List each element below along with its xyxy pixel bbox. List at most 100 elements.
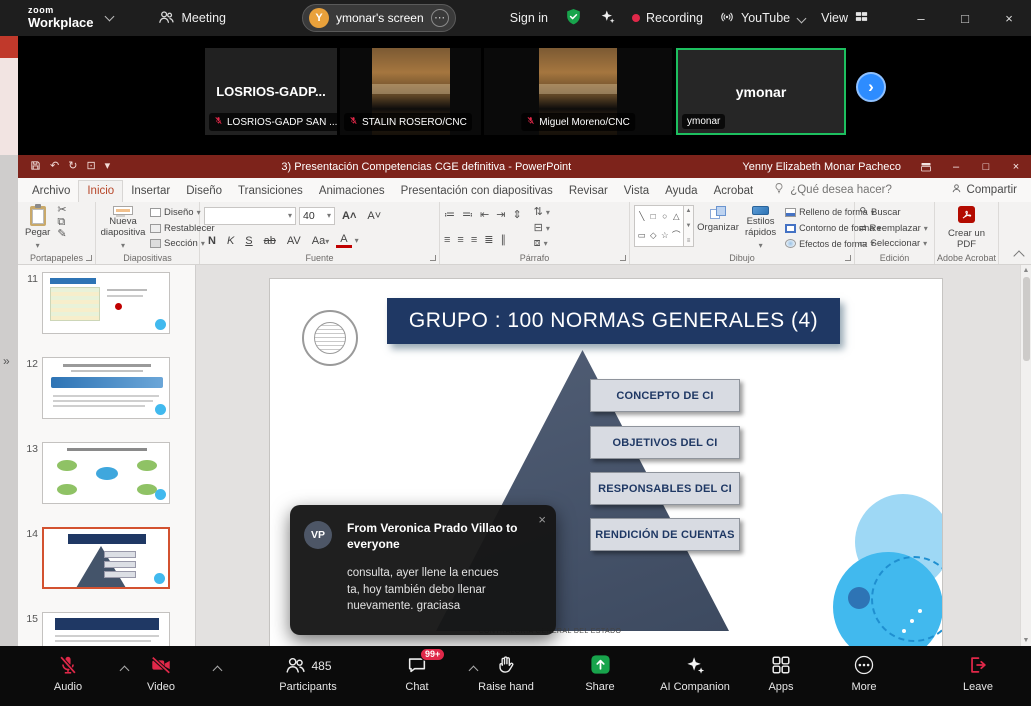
tab-acrobat[interactable]: Acrobat [706,181,762,202]
bullets-icon[interactable]: ≔ [444,210,455,221]
video-control[interactable]: Video [119,654,203,693]
more-control[interactable]: More [822,654,906,693]
expand-panel-icon[interactable]: » [3,354,10,368]
quick-styles-button[interactable]: Estilos rápidos ▾ [742,205,779,251]
dialog-launcher-icon[interactable] [430,255,436,261]
shapes-gallery-scroll[interactable]: ▲ ▼ ≡ [684,205,694,247]
ppt-close-button[interactable]: × [1001,155,1031,178]
video-options-caret[interactable] [213,666,223,676]
dialog-launcher-icon[interactable] [86,255,92,261]
text-direction-button[interactable]: ⇅▾ [534,205,550,220]
meeting-tab[interactable]: Meeting [157,8,226,29]
slide-thumbnail-row-selected[interactable]: 14 [22,527,195,589]
arrange-button[interactable]: Organizar [698,205,738,251]
slide-thumbnail-row[interactable]: 15 [22,612,195,646]
pyramid-label-box[interactable]: OBJETIVOS DEL CI [590,426,740,459]
scrollbar-thumb[interactable] [1023,277,1030,361]
character-spacing-button[interactable]: AV [283,235,305,247]
more-options-icon[interactable]: ⋯ [431,9,449,27]
slide-thumbnail[interactable] [42,357,170,419]
security-shield-icon[interactable] [564,7,583,29]
scroll-up-icon[interactable]: ▲ [1023,267,1030,274]
chevron-down-icon[interactable] [104,12,114,22]
decrease-font-icon[interactable]: A˅ [363,210,385,222]
scroll-down-icon[interactable]: ▼ [1023,637,1030,644]
justify-icon[interactable]: ≣ [484,235,493,246]
tab-ayuda[interactable]: Ayuda [657,181,705,202]
tab-animaciones[interactable]: Animaciones [311,181,393,202]
cut-icon[interactable]: ✂ [57,205,66,216]
participant-tile[interactable]: STALIN ROSERO/CNC [340,48,481,135]
participant-tile[interactable]: Miguel Moreno/CNC [484,48,672,135]
increase-font-icon[interactable]: A˄ [338,210,360,222]
numbering-icon[interactable]: ≕ [462,210,473,221]
active-speaker-tile[interactable]: ymonar ymonar [676,48,846,135]
replace-button[interactable]: ⇄ Reemplazar▾ [859,221,928,236]
raise-hand-control[interactable]: Raise hand [464,654,548,693]
close-button[interactable]: × [987,0,1031,36]
increase-indent-icon[interactable]: ⇥ [496,210,505,221]
minimize-button[interactable]: – [899,0,943,36]
italic-button[interactable]: K [223,235,238,247]
line-spacing-icon[interactable]: ⇕ [512,210,521,221]
align-right-icon[interactable]: ≡ [471,235,477,246]
font-color-button[interactable]: A [336,233,351,248]
tab-revisar[interactable]: Revisar [561,181,616,202]
chat-control[interactable]: 99+ Chat [375,654,459,693]
columns-icon[interactable]: ∥ [500,235,506,246]
zoom-workplace-logo[interactable]: zoom Workplace [28,6,94,29]
new-slide-button[interactable]: Nueva diapositiva ▾ [100,205,146,251]
recording-indicator[interactable]: Recording [632,11,703,25]
participant-tile[interactable]: LOSRIOS-GADP... LOSRIOS-GADP SAN ... [205,48,337,135]
bold-button[interactable]: N [204,235,220,247]
ppt-minimize-button[interactable]: – [941,155,971,178]
undo-icon[interactable]: ↶ [50,161,59,172]
leave-control[interactable]: Leave [936,654,1020,693]
slide-thumbnail-row[interactable]: 12 [22,357,195,419]
next-participants-button[interactable]: › [856,72,886,102]
shared-screen-pill[interactable]: Y ymonar's screen ⋯ [302,4,456,32]
dropdown-icon[interactable]: ▾ [355,236,359,245]
pyramid-label-box[interactable]: RENDICIÓN DE CUENTAS [590,518,740,551]
youtube-live-button[interactable]: YouTube [719,9,805,28]
account-name[interactable]: Yenny Elizabeth Monar Pacheco [742,161,901,173]
ribbon-display-options-icon[interactable] [911,155,941,178]
collapse-ribbon-icon[interactable] [1013,250,1024,261]
dialog-launcher-icon[interactable] [620,255,626,261]
save-icon[interactable] [30,160,41,174]
select-button[interactable]: ▭ Seleccionar▾ [859,236,928,251]
chat-notification-popup[interactable]: VP From Veronica Prado Villao to everyon… [290,505,556,635]
ai-companion-control[interactable]: AI Companion [653,654,737,693]
decrease-indent-icon[interactable]: ⇤ [480,210,489,221]
ai-sparkle-icon[interactable] [599,8,616,28]
convert-smartart-button[interactable]: ⧈▾ [534,236,550,251]
tab-vista[interactable]: Vista [616,181,657,202]
paste-button[interactable]: Pegar ▾ [22,205,53,251]
pyramid-label-box[interactable]: CONCEPTO DE CI [590,379,740,412]
tab-archivo[interactable]: Archivo [24,181,78,202]
change-case-button[interactable]: Aa▾ [308,235,333,247]
find-button[interactable]: Buscar [859,205,928,220]
slide-thumbnail[interactable] [42,272,170,334]
dialog-launcher-icon[interactable] [845,255,851,261]
audio-control[interactable]: Audio [26,654,110,693]
maximize-button[interactable]: □ [943,0,987,36]
tab-inicio[interactable]: Inicio [78,180,123,202]
align-left-icon[interactable]: ≡ [444,235,450,246]
vertical-scrollbar[interactable]: ▲ ▼ [1020,265,1031,646]
slide-title[interactable]: GRUPO : 100 NORMAS GENERALES (4) [387,298,840,344]
create-pdf-button[interactable]: Crear un PDF [944,205,990,251]
close-icon[interactable]: × [538,512,546,527]
slide-thumbnail-row[interactable]: 13 [22,442,195,504]
tab-transiciones[interactable]: Transiciones [230,181,311,202]
strikethrough-button[interactable]: ab [260,235,280,247]
apps-control[interactable]: Apps [739,654,823,693]
share-screen-control[interactable]: Share [558,654,642,693]
align-text-button[interactable]: ⊟▾ [534,221,550,236]
pyramid-label-box[interactable]: RESPONSABLES DEL CI [590,472,740,505]
align-center-icon[interactable]: ≡ [457,235,463,246]
font-size-combobox[interactable]: 40▾ [299,207,335,225]
font-name-combobox[interactable]: ▾ [204,207,296,225]
ppt-maximize-button[interactable]: □ [971,155,1001,178]
tell-me-search[interactable]: ¿Qué desea hacer? [773,182,892,202]
